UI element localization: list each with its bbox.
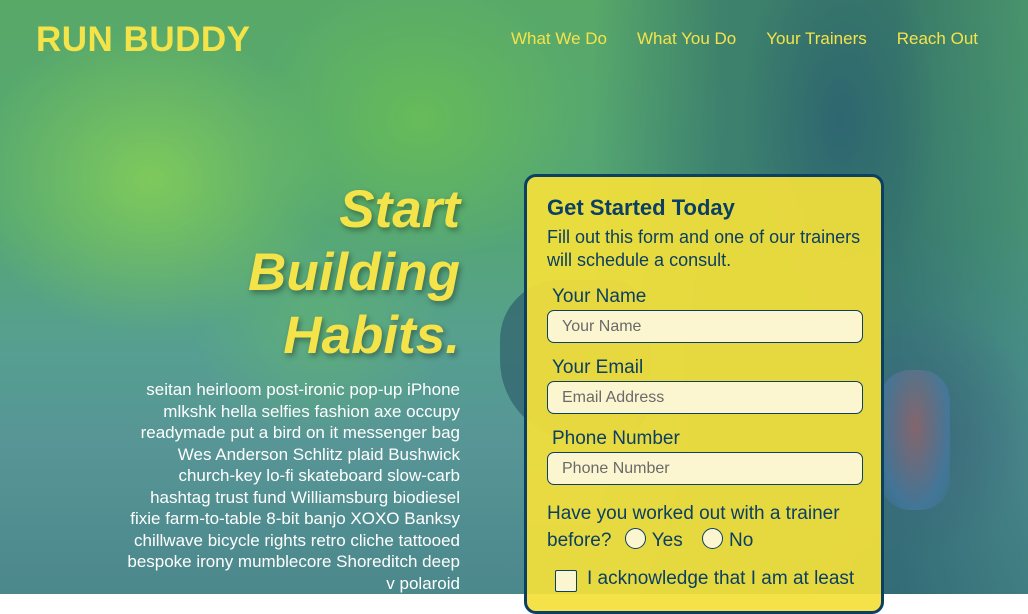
phone-input[interactable] <box>547 452 863 485</box>
hero-section: Start Building Habits. seitan heirloom p… <box>120 178 460 594</box>
hero-body-text: seitan heirloom post-ironic pop-up iPhon… <box>127 380 460 593</box>
acknowledge-checkbox[interactable] <box>555 570 577 592</box>
form-title: Get Started Today <box>547 195 735 220</box>
hero-title-line: Habits. <box>283 306 460 365</box>
main-nav: What We Do What You Do Your Trainers Rea… <box>511 29 978 49</box>
hero-title-line: Start <box>339 180 460 239</box>
trainer-question: Have you worked out with a trainer befor… <box>547 500 861 554</box>
yes-radio[interactable] <box>624 528 646 549</box>
signup-form: Get Started Today Fill out this form and… <box>524 174 884 614</box>
nav-what-you-do[interactable]: What You Do <box>637 29 736 49</box>
no-label[interactable]: No <box>729 530 753 551</box>
hero-title: Start Building Habits. <box>120 178 460 367</box>
no-radio[interactable] <box>702 528 724 549</box>
nav-your-trainers[interactable]: Your Trainers <box>766 29 866 49</box>
email-label: Your Email <box>552 357 644 378</box>
name-label: Your Name <box>552 286 647 307</box>
phone-label: Phone Number <box>552 428 680 449</box>
acknowledge-row: I acknowledge that I am at least <box>547 568 861 592</box>
form-subtitle: Fill out this form and one of our traine… <box>547 227 861 270</box>
trainer-question-text: Have you worked out with a trainer befor… <box>547 503 840 551</box>
yes-label[interactable]: Yes <box>652 530 683 551</box>
nav-reach-out[interactable]: Reach Out <box>897 29 978 49</box>
hero-title-line: Building <box>248 243 460 302</box>
brand-logo[interactable]: RUN BUDDY <box>36 20 251 60</box>
acknowledge-text: I acknowledge that I am at least <box>587 568 855 589</box>
nav-what-we-do[interactable]: What We Do <box>511 29 607 49</box>
email-input[interactable] <box>547 381 863 414</box>
name-input[interactable] <box>547 310 863 343</box>
